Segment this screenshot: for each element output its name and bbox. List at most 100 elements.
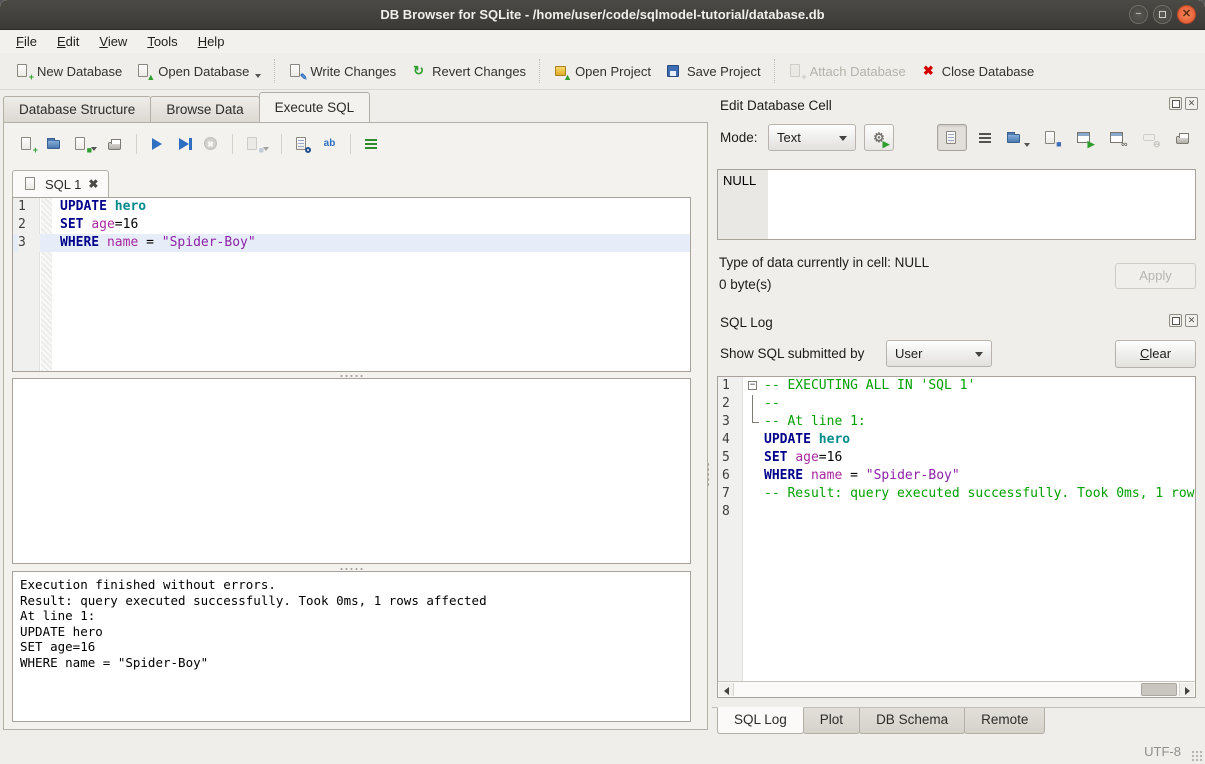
code-line-3: 3-- At line 1:: [718, 413, 1195, 431]
window-title: DB Browser for SQLite - /home/user/code/…: [0, 0, 1205, 30]
menu-help[interactable]: Help: [188, 31, 235, 52]
print-cell-button[interactable]: [1168, 124, 1198, 151]
close-tab-icon[interactable]: ✖: [88, 177, 98, 191]
maximize-icon[interactable]: [1153, 5, 1172, 24]
replace-in-sql-button[interactable]: ab: [316, 132, 343, 156]
titlebar[interactable]: DB Browser for SQLite - /home/user/code/…: [0, 0, 1205, 30]
line-number: 1: [722, 377, 744, 395]
new-database-label: New Database: [37, 64, 122, 79]
mode-select[interactable]: Text: [768, 124, 856, 151]
toolbar-separator: [136, 134, 137, 154]
execute-current-line-button[interactable]: [171, 132, 198, 156]
text-mode-button[interactable]: [937, 124, 967, 151]
edit-cell-title: Edit Database Cell: [720, 98, 832, 113]
auto-apply-button[interactable]: ⚙▶: [864, 124, 894, 151]
close-icon[interactable]: ✕: [1177, 5, 1196, 24]
toolbar-separator: [281, 134, 282, 154]
line-number: 5: [722, 449, 744, 467]
tab-sql-log[interactable]: SQL Log: [717, 707, 804, 734]
save-sql-file-button[interactable]: ■: [68, 132, 102, 156]
save-project-label: Save Project: [687, 64, 761, 79]
float-dock-icon[interactable]: [1169, 97, 1182, 110]
tab-browse-data[interactable]: Browse Data: [150, 96, 259, 122]
line-number: 7: [722, 485, 744, 503]
close-database-button[interactable]: ✖Close Database: [913, 59, 1042, 83]
tab-db-schema[interactable]: DB Schema: [859, 708, 965, 734]
text-mode-icon: [944, 130, 961, 146]
code-line-5: 5SET age=16: [718, 449, 1195, 467]
set-cell-null-button[interactable]: ⊖: [1135, 124, 1165, 151]
stop-execution-button[interactable]: ✖: [198, 132, 225, 156]
scrollbar-thumb[interactable]: [1141, 683, 1177, 696]
cell-editor[interactable]: NULL: [717, 169, 1196, 240]
write-changes-button[interactable]: ✎Write Changes: [281, 59, 403, 83]
fold-marker-icon: [744, 413, 761, 431]
menu-edit[interactable]: Edit: [47, 31, 89, 52]
right-dock-area: Edit Database Cell ✕ Mode: Text ⚙▶ ■▶∞⊖ …: [712, 90, 1205, 738]
new-database-button[interactable]: +New Database: [8, 59, 129, 83]
new-sql-tab-button[interactable]: +: [14, 132, 41, 156]
resize-grip[interactable]: [1191, 750, 1203, 762]
open-in-external-app-button[interactable]: ▶: [1069, 124, 1099, 151]
line-number: 3: [18, 234, 40, 252]
write-changes-icon: ✎: [288, 63, 305, 79]
new-sql-tab-icon: +: [19, 136, 36, 152]
code-line-4: 4UPDATE hero: [718, 431, 1195, 449]
splitter-handle[interactable]: [12, 565, 691, 570]
save-sql-file-icon: ■: [73, 136, 90, 152]
scroll-right-icon[interactable]: [1179, 683, 1194, 696]
minimize-icon[interactable]: −: [1129, 5, 1148, 24]
toolbar-separator: [539, 59, 540, 83]
revert-changes-button[interactable]: ↻Revert Changes: [403, 59, 533, 83]
window-controls: − ✕: [1129, 5, 1196, 24]
execute-all-button[interactable]: [144, 132, 171, 156]
menu-view[interactable]: View: [89, 31, 137, 52]
find-in-sql-button[interactable]: [289, 132, 316, 156]
code-line-2: 2SET age=16: [13, 216, 690, 234]
menu-tools[interactable]: Tools: [137, 31, 187, 52]
horizontal-scrollbar[interactable]: [718, 681, 1195, 697]
word-wrap-button[interactable]: [970, 124, 1000, 151]
open-sql-file-button[interactable]: [41, 132, 68, 156]
apply-button[interactable]: Apply: [1115, 263, 1196, 289]
fold-marker-icon[interactable]: −: [744, 377, 761, 395]
export-cell-data-button[interactable]: ■: [1036, 124, 1066, 151]
open-project-button[interactable]: ▲Open Project: [546, 59, 658, 83]
sql-editor[interactable]: 1UPDATE hero2SET age=163WHERE name = "Sp…: [12, 197, 691, 372]
import-cell-data-button[interactable]: [1003, 124, 1033, 151]
close-dock-icon[interactable]: ✕: [1185, 97, 1198, 110]
format-sql-button[interactable]: [358, 132, 385, 156]
dock-buttons: ✕: [1169, 97, 1198, 110]
float-dock-icon[interactable]: [1169, 314, 1182, 327]
clear-log-button[interactable]: Clear: [1115, 340, 1196, 368]
dock-buttons: ✕: [1169, 314, 1198, 327]
menu-file[interactable]: File: [6, 31, 47, 52]
tab-database-structure[interactable]: Database Structure: [3, 96, 151, 122]
line-number: 6: [722, 467, 744, 485]
line-number: 1: [18, 198, 40, 216]
save-project-button[interactable]: Save Project: [658, 59, 768, 83]
export-cell-data-icon: ■: [1043, 130, 1060, 146]
scroll-left-icon[interactable]: [719, 683, 734, 696]
tab-execute-sql[interactable]: Execute SQL: [259, 92, 371, 122]
tab-sql-1[interactable]: SQL 1 ✖: [12, 170, 109, 198]
log-filter-select[interactable]: User: [886, 340, 992, 367]
tab-plot[interactable]: Plot: [803, 708, 860, 734]
toolbar-separator: [274, 59, 275, 83]
line-number: 3: [722, 413, 744, 431]
export-results-button[interactable]: ■: [240, 132, 274, 156]
attach-database-button[interactable]: +Attach Database: [781, 59, 913, 83]
copy-cell-link-button[interactable]: ∞: [1102, 124, 1132, 151]
tab-remote[interactable]: Remote: [964, 708, 1045, 734]
main-tabbar: Database StructureBrowse DataExecute SQL: [3, 93, 369, 122]
code-line-6: 6WHERE name = "Spider-Boy": [718, 467, 1195, 485]
copy-cell-link-icon: ∞: [1109, 130, 1126, 146]
print-sql-button[interactable]: [102, 132, 129, 156]
splitter-handle[interactable]: [12, 372, 691, 377]
open-database-button[interactable]: ▲Open Database: [129, 59, 268, 83]
replace-in-sql-icon: ab: [321, 136, 338, 152]
sql-log-view[interactable]: 1−-- EXECUTING ALL IN 'SQL 1'2--3-- At l…: [717, 376, 1196, 698]
close-dock-icon[interactable]: ✕: [1185, 314, 1198, 327]
sql-tab-label: SQL 1: [45, 177, 81, 192]
close-database-icon: ✖: [920, 63, 937, 79]
